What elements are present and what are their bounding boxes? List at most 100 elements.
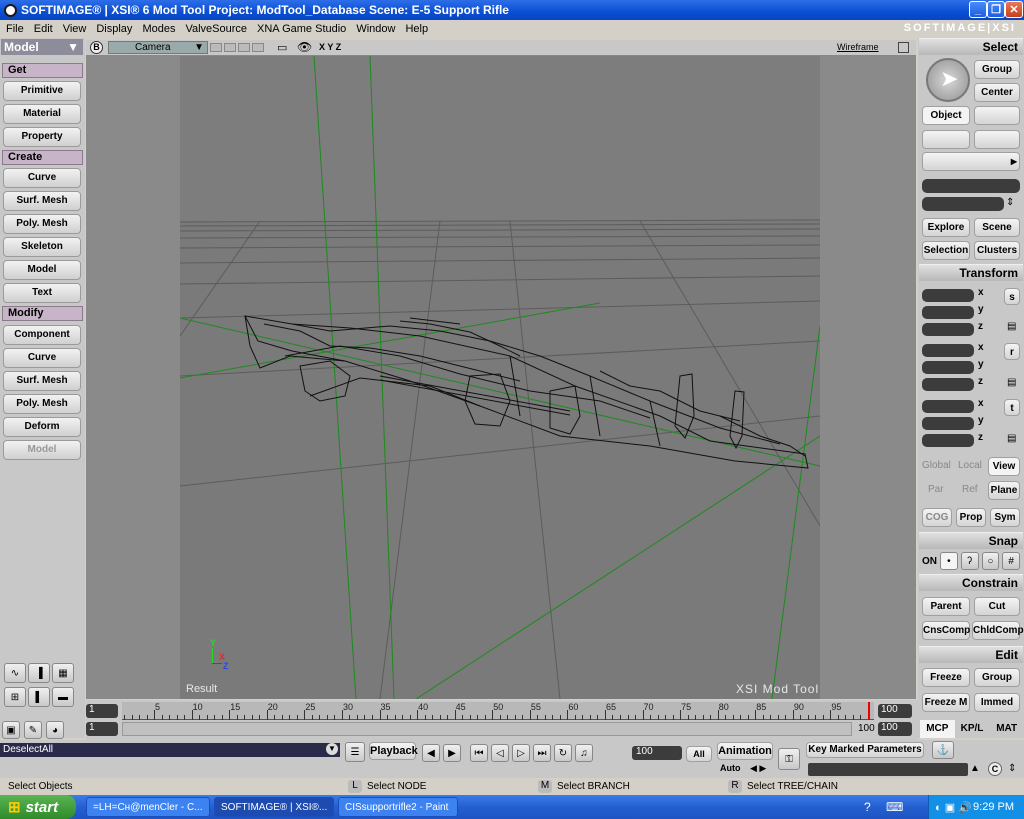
key-nav-icon[interactable]: ◀ ▶ xyxy=(750,763,766,774)
menu-file[interactable]: File xyxy=(6,23,24,35)
scene-button[interactable]: Scene xyxy=(974,218,1020,237)
cnscomp-button[interactable]: CnsComp xyxy=(922,621,970,640)
layout-tree-icon[interactable]: ⊞ xyxy=(4,687,26,707)
menu-valvesource[interactable]: ValveSource xyxy=(185,23,247,35)
auto-key-toggle[interactable]: Auto xyxy=(720,763,741,773)
layout-curve-icon[interactable]: ∿ xyxy=(4,663,26,683)
start-frame-field-2[interactable]: 1 xyxy=(86,722,118,736)
viewport-slot-2[interactable] xyxy=(224,43,236,52)
deform-button[interactable]: Deform xyxy=(3,417,81,437)
lock-icon[interactable]: ▤ xyxy=(1007,433,1016,444)
translate-x-field[interactable] xyxy=(922,400,974,413)
chevron-up-icon[interactable]: ▲ xyxy=(970,763,980,774)
select-slot-1[interactable] xyxy=(922,130,970,149)
text-button[interactable]: Text xyxy=(3,283,81,303)
script-icon[interactable]: ☰ xyxy=(345,742,365,762)
tab-mcp[interactable]: MCP xyxy=(920,720,955,738)
selection-button[interactable]: Selection xyxy=(922,241,970,260)
freeze-m-button[interactable]: Freeze M xyxy=(922,693,970,712)
rotate-y-field[interactable] xyxy=(922,361,974,374)
lock-icon[interactable]: ▤ xyxy=(1007,377,1016,388)
translate-toggle[interactable]: t xyxy=(1004,399,1020,416)
scale-y-field[interactable] xyxy=(922,306,974,319)
menu-modes[interactable]: Modes xyxy=(142,23,175,35)
object-button[interactable]: Object xyxy=(922,106,970,125)
plane-option[interactable]: Plane xyxy=(988,481,1020,500)
create-surf-mesh-button[interactable]: Surf. Mesh xyxy=(3,191,81,211)
create-curve-button[interactable]: Curve xyxy=(3,168,81,188)
menu-xna[interactable]: XNA Game Studio xyxy=(257,23,346,35)
scale-toggle[interactable]: s xyxy=(1004,288,1020,305)
layout-rows-icon[interactable]: ▬ xyxy=(52,687,74,707)
mode-dropdown[interactable]: Model ▼ xyxy=(1,39,83,55)
lock-icon[interactable]: ▤ xyxy=(1007,321,1016,332)
material-button[interactable]: Material xyxy=(3,104,81,124)
viewport-slot-1[interactable] xyxy=(210,43,222,52)
parent-button[interactable]: Parent xyxy=(922,597,970,616)
select-dropdown[interactable]: ▶ xyxy=(922,152,1020,171)
key-marked-parameters-button[interactable]: Key Marked Parameters xyxy=(806,742,924,758)
maximize-viewport-icon[interactable] xyxy=(898,42,909,53)
global-option[interactable]: Global xyxy=(922,460,951,471)
center-button[interactable]: Center xyxy=(974,83,1020,102)
end-frame-field-2[interactable]: 100 xyxy=(878,722,912,736)
key-field[interactable] xyxy=(808,763,968,776)
next-key-icon[interactable]: ▶ xyxy=(443,744,461,762)
menu-view[interactable]: View xyxy=(63,23,87,35)
ref-option[interactable]: Ref xyxy=(962,484,978,495)
cube-icon[interactable]: ▣ xyxy=(2,721,20,739)
snap-grid-icon[interactable]: # xyxy=(1002,552,1020,570)
cut-button[interactable]: Cut xyxy=(974,597,1020,616)
primitive-button[interactable]: Primitive xyxy=(3,81,81,101)
selection-field-2[interactable] xyxy=(922,197,1004,211)
modify-surf-mesh-button[interactable]: Surf. Mesh xyxy=(3,371,81,391)
snap-on-toggle[interactable]: ON xyxy=(922,556,937,567)
modify-poly-mesh-button[interactable]: Poly. Mesh xyxy=(3,394,81,414)
edit-group-button[interactable]: Group xyxy=(974,668,1020,687)
brush-icon[interactable]: ✎ xyxy=(24,721,42,739)
rotate-z-field[interactable] xyxy=(922,378,974,391)
create-model-button[interactable]: Model xyxy=(3,260,81,280)
layout-split-icon[interactable]: ▐ xyxy=(28,663,50,683)
scroll-arrows-icon[interactable]: ⇕ xyxy=(1008,763,1016,774)
tray-icons[interactable]: ◐ ▣ 🔊 xyxy=(935,801,972,814)
select-slot-2[interactable] xyxy=(974,130,1020,149)
first-frame-icon[interactable]: ⏮ xyxy=(470,744,488,762)
freeze-button[interactable]: Freeze xyxy=(922,668,970,687)
end-frame-field[interactable]: 100 xyxy=(878,704,912,718)
help-icon[interactable]: ? xyxy=(864,800,871,814)
task-softimage[interactable]: SOFTIMAGE® | XSI®... xyxy=(214,797,334,817)
scroll-arrows-icon[interactable]: ⇕ xyxy=(1006,197,1014,208)
create-poly-mesh-button[interactable]: Poly. Mesh xyxy=(3,214,81,234)
task-paint[interactable]: CISsupportrifle2 - Paint xyxy=(338,797,458,817)
range-slider[interactable] xyxy=(122,722,852,736)
last-frame-icon[interactable]: ⏭ xyxy=(533,744,551,762)
chldcomp-button[interactable]: ChldComp xyxy=(972,621,1024,640)
layout-columns-icon[interactable]: ▌ xyxy=(28,687,50,707)
rotate-x-field[interactable] xyxy=(922,344,974,357)
menu-edit[interactable]: Edit xyxy=(34,23,53,35)
frame-field[interactable]: 100 xyxy=(632,746,682,760)
translate-z-field[interactable] xyxy=(922,434,974,447)
local-option[interactable]: Local xyxy=(958,460,982,471)
loop-icon[interactable]: ↻ xyxy=(554,744,572,762)
task-chat[interactable]: =LH=Cн@menCler - C... xyxy=(86,797,210,817)
camera-dropdown[interactable]: Camera ▼ xyxy=(108,41,208,54)
skeleton-button[interactable]: Skeleton xyxy=(3,237,81,257)
menu-display[interactable]: Display xyxy=(96,23,132,35)
c-icon[interactable]: C xyxy=(988,762,1002,776)
start-frame-field[interactable]: 1 xyxy=(86,704,118,718)
start-button[interactable]: ⊞ start xyxy=(0,795,76,819)
audio-icon[interactable]: ♫ xyxy=(575,744,593,762)
minimize-button[interactable]: _ xyxy=(969,1,987,18)
all-button[interactable]: All xyxy=(686,746,712,762)
axes-toggle[interactable]: X Y Z xyxy=(319,42,341,52)
prev-key-icon[interactable]: ◀ xyxy=(422,744,440,762)
menu-window[interactable]: Window xyxy=(356,23,395,35)
b-button[interactable]: B xyxy=(90,41,103,54)
scale-x-field[interactable] xyxy=(922,289,974,302)
viewport-slot-4[interactable] xyxy=(252,43,264,52)
component-button[interactable]: Component xyxy=(3,325,81,345)
menu-help[interactable]: Help xyxy=(405,23,428,35)
language-icon[interactable]: ⌨ xyxy=(886,800,903,814)
